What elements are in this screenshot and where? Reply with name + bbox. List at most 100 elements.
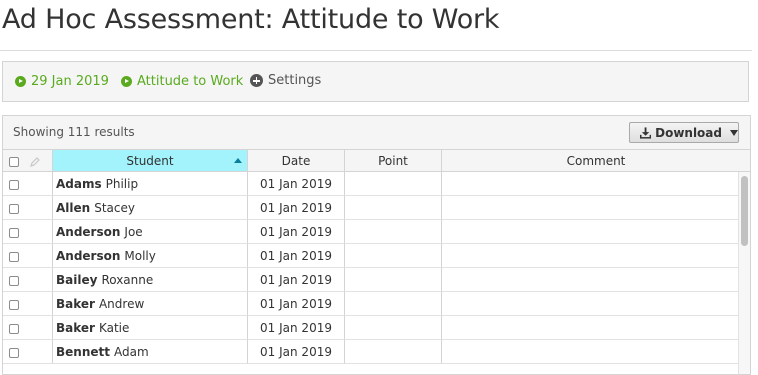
row-checkbox[interactable] xyxy=(9,227,19,238)
row-checkbox[interactable] xyxy=(9,299,19,310)
date-cell[interactable]: 01 Jan 2019 xyxy=(248,172,345,196)
date-cell[interactable]: 01 Jan 2019 xyxy=(248,268,345,292)
row-select-cell xyxy=(3,292,53,316)
row-checkbox[interactable] xyxy=(9,179,19,190)
comment-cell[interactable] xyxy=(442,316,738,340)
header-select-all xyxy=(3,150,53,172)
header-date-label: Date xyxy=(281,154,311,168)
header-comment[interactable]: Comment xyxy=(442,150,750,172)
student-cell[interactable]: Allen Stacey xyxy=(53,196,248,220)
student-cell[interactable]: Baker Katie xyxy=(53,316,248,340)
comment-cell[interactable] xyxy=(442,220,738,244)
comment-cell[interactable] xyxy=(442,196,738,220)
header-student-label: Student xyxy=(126,154,174,168)
crumb-assessment-label: Attitude to Work xyxy=(137,74,244,89)
student-first-name: Andrew xyxy=(98,297,145,311)
date-cell[interactable]: 01 Jan 2019 xyxy=(248,340,345,364)
header-comment-label: Comment xyxy=(566,154,626,168)
row-checkbox[interactable] xyxy=(9,323,19,334)
header-point[interactable]: Point xyxy=(345,150,442,172)
student-cell[interactable]: Baker Andrew xyxy=(53,292,248,316)
row-checkbox[interactable] xyxy=(9,275,19,286)
table-row[interactable]: Adams Philip 01 Jan 2019 xyxy=(3,172,738,196)
table-row[interactable]: Anderson Molly 01 Jan 2019 xyxy=(3,244,738,268)
chevron-down-icon xyxy=(730,129,738,136)
row-checkbox[interactable] xyxy=(9,347,19,358)
date-cell[interactable]: 01 Jan 2019 xyxy=(248,244,345,268)
student-last-name: Bailey xyxy=(56,273,98,287)
date-cell[interactable]: 01 Jan 2019 xyxy=(248,196,345,220)
point-cell[interactable] xyxy=(345,244,442,268)
download-button[interactable]: Download xyxy=(629,122,739,143)
student-last-name: Baker xyxy=(56,297,95,311)
download-icon xyxy=(640,126,652,139)
student-last-name: Baker xyxy=(56,321,95,335)
date-cell[interactable]: 01 Jan 2019 xyxy=(248,316,345,340)
scrollbar-thumb[interactable] xyxy=(741,176,748,246)
breadcrumb-bar: 29 Jan 2019 Attitude to Work Settings xyxy=(2,61,749,102)
student-first-name: Molly xyxy=(124,249,156,263)
student-last-name: Adams xyxy=(56,177,102,191)
student-cell[interactable]: Bailey Roxanne xyxy=(53,268,248,292)
comment-cell[interactable] xyxy=(442,244,738,268)
pencil-icon[interactable] xyxy=(29,156,41,168)
student-last-name: Anderson xyxy=(56,249,121,263)
row-select-cell xyxy=(3,340,53,364)
crumb-assessment[interactable]: Attitude to Work xyxy=(121,74,243,89)
student-cell[interactable]: Anderson Joe xyxy=(53,220,248,244)
comment-cell[interactable] xyxy=(442,340,738,364)
results-count: Showing 111 results xyxy=(13,125,135,139)
point-cell[interactable] xyxy=(345,316,442,340)
row-checkbox[interactable] xyxy=(9,251,19,262)
student-cell[interactable]: Anderson Molly xyxy=(53,244,248,268)
point-cell[interactable] xyxy=(345,220,442,244)
student-first-name: Joe xyxy=(124,225,143,239)
student-last-name: Allen xyxy=(56,201,91,215)
table-row[interactable]: Baker Andrew 01 Jan 2019 xyxy=(3,292,738,316)
row-select-cell xyxy=(3,268,53,292)
play-icon xyxy=(15,76,26,87)
table-row[interactable]: Allen Stacey 01 Jan 2019 xyxy=(3,196,738,220)
row-select-cell xyxy=(3,172,53,196)
table-row[interactable]: Baker Katie 01 Jan 2019 xyxy=(3,316,738,340)
row-select-cell xyxy=(3,244,53,268)
vertical-scrollbar[interactable] xyxy=(738,172,750,374)
row-select-cell xyxy=(3,220,53,244)
crumb-settings-label: Settings xyxy=(268,73,322,88)
student-last-name: Bennett xyxy=(56,345,110,359)
panel-header: Showing 111 results Download xyxy=(3,116,750,150)
select-all-checkbox[interactable] xyxy=(9,156,19,167)
table-row[interactable]: Anderson Joe 01 Jan 2019 xyxy=(3,220,738,244)
header-student[interactable]: Student xyxy=(53,150,248,172)
sort-ascending-icon xyxy=(234,158,242,163)
student-cell[interactable]: Adams Philip xyxy=(53,172,248,196)
comment-cell[interactable] xyxy=(442,292,738,316)
comment-cell[interactable] xyxy=(442,268,738,292)
student-cell[interactable]: Bennett Adam xyxy=(53,340,248,364)
point-cell[interactable] xyxy=(345,268,442,292)
header-point-label: Point xyxy=(378,154,408,168)
student-first-name: Roxanne xyxy=(101,273,154,287)
student-first-name: Stacey xyxy=(94,201,135,215)
crumb-date[interactable]: 29 Jan 2019 xyxy=(15,74,109,89)
table-row[interactable]: Bennett Adam 01 Jan 2019 xyxy=(3,340,738,364)
date-cell[interactable]: 01 Jan 2019 xyxy=(248,292,345,316)
crumb-date-label: 29 Jan 2019 xyxy=(31,74,109,89)
row-checkbox[interactable] xyxy=(9,203,19,214)
header-date[interactable]: Date xyxy=(248,150,345,172)
crumb-settings[interactable]: Settings xyxy=(250,73,321,88)
point-cell[interactable] xyxy=(345,340,442,364)
row-select-cell xyxy=(3,316,53,340)
student-first-name: Katie xyxy=(98,321,130,335)
point-cell[interactable] xyxy=(345,172,442,196)
comment-cell[interactable] xyxy=(442,172,738,196)
point-cell[interactable] xyxy=(345,196,442,220)
date-cell[interactable]: 01 Jan 2019 xyxy=(248,220,345,244)
title-divider xyxy=(0,50,752,51)
student-last-name: Anderson xyxy=(56,225,121,239)
table-row[interactable]: Bailey Roxanne 01 Jan 2019 xyxy=(3,268,738,292)
plus-circle-icon xyxy=(250,74,263,87)
point-cell[interactable] xyxy=(345,292,442,316)
page-title: Ad Hoc Assessment: Attitude to Work xyxy=(2,4,500,35)
download-label: Download xyxy=(655,125,722,140)
